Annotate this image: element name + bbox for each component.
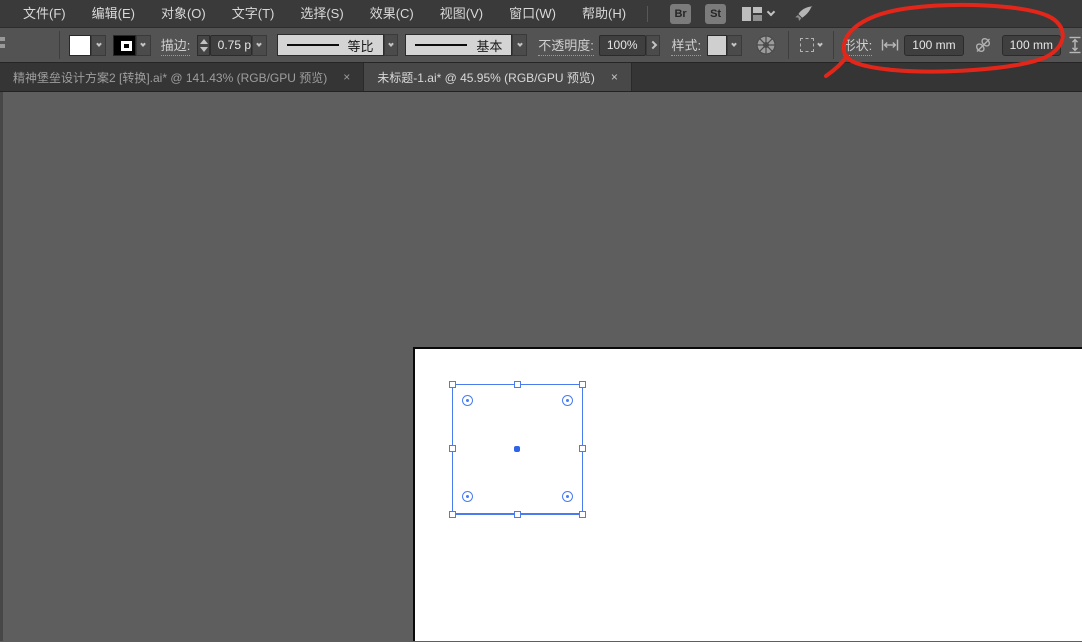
appbar-divider [647, 5, 649, 22]
stroke-color-dropdown-button[interactable] [135, 34, 151, 56]
chevron-down-icon [766, 7, 776, 17]
menu-effect[interactable]: 效果(C) [357, 0, 427, 27]
stroke-color-swatch[interactable] [113, 34, 136, 56]
opacity-input[interactable]: 100% [598, 34, 646, 56]
fill-color-dropdown-button[interactable] [91, 34, 107, 56]
color-wheel-icon [756, 35, 776, 55]
illustrator-window: 文件(F) 编辑(E) 对象(O) 文字(T) 选择(S) 效果(C) 视图(V… [0, 0, 1082, 642]
menu-window[interactable]: 窗口(W) [496, 0, 569, 27]
menu-type[interactable]: 文字(T) [219, 0, 288, 27]
divider [59, 31, 60, 59]
selection-handle-top-left[interactable] [449, 381, 456, 388]
bridge-icon[interactable]: Br [670, 3, 692, 24]
stroke-weight-input[interactable]: 0.75 p [209, 34, 252, 56]
menu-object[interactable]: 对象(O) [148, 0, 219, 27]
broken-chain-icon [975, 37, 990, 53]
tab-title: 未标题-1.ai* @ 45.95% (RGB/GPU 预览) [377, 70, 595, 85]
menu-edit[interactable]: 编辑(E) [79, 0, 148, 27]
document-tab-bar: 精神堡垒设计方案2 [转换].ai* @ 141.43% (RGB/GPU 预览… [0, 63, 1082, 92]
width-profile-select[interactable]: 等比 [276, 34, 384, 56]
gpu-performance-rocket-icon[interactable] [794, 5, 814, 23]
canvas-scratch-area[interactable] [0, 92, 1082, 641]
brush-stroke-preview-icon [415, 44, 468, 46]
tab-document-2-active[interactable]: 未标题-1.ai* @ 45.95% (RGB/GPU 预览) × [364, 63, 632, 91]
panel-edge [0, 92, 3, 641]
shape-height-input[interactable]: 100 mm [1001, 34, 1061, 56]
selection-handle-middle-right[interactable] [579, 445, 586, 452]
width-profile-dropdown-button[interactable] [383, 34, 399, 56]
control-bar: 描边: 0.75 p 等比 基本 不透明度: 100% 样式: 形状: 100 … [0, 27, 1082, 63]
brush-definition-select[interactable]: 基本 [405, 34, 513, 56]
brush-definition-dropdown-button[interactable] [512, 34, 528, 56]
shape-width-input[interactable]: 100 mm [904, 34, 964, 56]
width-profile-value: 等比 [347, 38, 374, 54]
opacity-label[interactable]: 不透明度: [538, 35, 594, 56]
graphic-style-dropdown-button[interactable] [727, 34, 742, 56]
stroke-profile-preview-icon [286, 44, 339, 46]
workspace-switcher-button[interactable] [742, 6, 776, 21]
selection-handle-bottom-middle[interactable] [513, 511, 521, 518]
live-corner-widget-top-left[interactable] [462, 395, 473, 406]
object-center-point[interactable] [514, 446, 520, 452]
bounding-box-dashed-icon [799, 38, 814, 52]
transform-options-button[interactable] [799, 38, 823, 52]
brush-definition-value: 基本 [476, 38, 503, 54]
menu-help[interactable]: 帮助(H) [569, 0, 639, 27]
live-corner-widget-top-right[interactable] [562, 395, 573, 406]
tab-document-1[interactable]: 精神堡垒设计方案2 [转换].ai* @ 141.43% (RGB/GPU 预览… [0, 63, 365, 91]
fill-color-swatch[interactable] [68, 34, 92, 56]
stepper-up-icon[interactable] [199, 38, 208, 44]
style-label[interactable]: 样式: [671, 35, 702, 56]
shape-height-icon [1068, 36, 1082, 54]
menu-bar: 文件(F) 编辑(E) 对象(O) 文字(T) 选择(S) 效果(C) 视图(V… [0, 0, 1082, 27]
selection-handle-bottom-left[interactable] [449, 511, 456, 518]
graphic-style-swatch[interactable] [707, 34, 728, 56]
tab-title: 精神堡垒设计方案2 [转换].ai* @ 141.43% (RGB/GPU 预览… [13, 70, 328, 85]
selection-handle-top-right[interactable] [579, 381, 586, 388]
stroke-label[interactable]: 描边: [160, 35, 191, 56]
shape-label[interactable]: 形状: [842, 35, 873, 56]
recolor-artwork-button[interactable] [755, 34, 777, 56]
divider [832, 31, 834, 59]
selected-rectangle[interactable] [449, 381, 586, 518]
selection-handle-bottom-right[interactable] [579, 511, 586, 518]
tab-close-button[interactable]: × [611, 70, 618, 84]
selection-handle-middle-left[interactable] [449, 445, 456, 452]
stroke-weight-dropdown-button[interactable] [251, 34, 267, 56]
live-corner-widget-bottom-right[interactable] [562, 491, 573, 502]
shape-width-icon [881, 38, 899, 52]
divider [787, 31, 789, 59]
workspace-layout-icon [742, 6, 763, 21]
stroke-weight-stepper[interactable] [197, 34, 210, 56]
stock-icon[interactable]: St [705, 3, 727, 24]
chevron-down-icon [816, 40, 823, 47]
menu-file[interactable]: 文件(F) [10, 0, 79, 27]
clipped-panel-icon [0, 37, 5, 53]
tab-close-button[interactable]: × [343, 70, 350, 84]
menu-select[interactable]: 选择(S) [287, 0, 356, 27]
stepper-down-icon[interactable] [199, 46, 208, 52]
menu-view[interactable]: 视图(V) [427, 0, 496, 27]
arrow-right-icon [648, 40, 658, 50]
unlink-proportions-button[interactable] [974, 36, 992, 54]
selection-handle-top-middle[interactable] [513, 381, 521, 388]
live-corner-widget-bottom-left[interactable] [462, 491, 473, 502]
opacity-submenu-button[interactable] [645, 34, 661, 56]
